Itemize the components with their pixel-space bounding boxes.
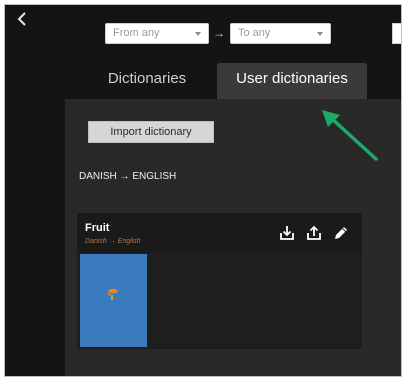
language-arrow-icon: → [213, 26, 225, 40]
import-dictionary-button[interactable]: Import dictionary [88, 121, 214, 143]
partial-control[interactable] [392, 23, 401, 44]
from-language-value: From any [113, 27, 160, 39]
tab-user-dictionaries[interactable]: User dictionaries [217, 63, 367, 99]
chevron-left-icon [17, 12, 26, 26]
pencil-icon[interactable] [332, 224, 350, 242]
dictionary-card: Fruit Danish → English [77, 213, 362, 349]
chevron-down-icon [317, 32, 323, 36]
to-language-select[interactable]: To any [230, 23, 331, 44]
dictionary-card-header: Fruit Danish → English [77, 213, 362, 253]
upload-icon[interactable] [305, 224, 323, 242]
dictionary-title: Fruit [85, 222, 110, 234]
tab-bar: Dictionaries User dictionaries [5, 63, 401, 99]
chevron-down-icon [195, 32, 201, 36]
download-icon[interactable] [278, 224, 296, 242]
back-button[interactable] [14, 10, 32, 28]
from-language-select[interactable]: From any [105, 23, 209, 44]
dictionary-subtitle: Danish → English [85, 238, 141, 245]
language-pair-heading: DANISH → ENGLISH [79, 171, 177, 182]
annotation-arrow-icon [318, 105, 388, 167]
tab-dictionaries[interactable]: Dictionaries [87, 63, 207, 99]
to-language-value: To any [238, 27, 271, 39]
fruit-icon [104, 287, 120, 301]
app-window: From any → To any Dictionaries User dict… [4, 4, 402, 377]
dictionary-thumbnail[interactable] [80, 254, 147, 347]
